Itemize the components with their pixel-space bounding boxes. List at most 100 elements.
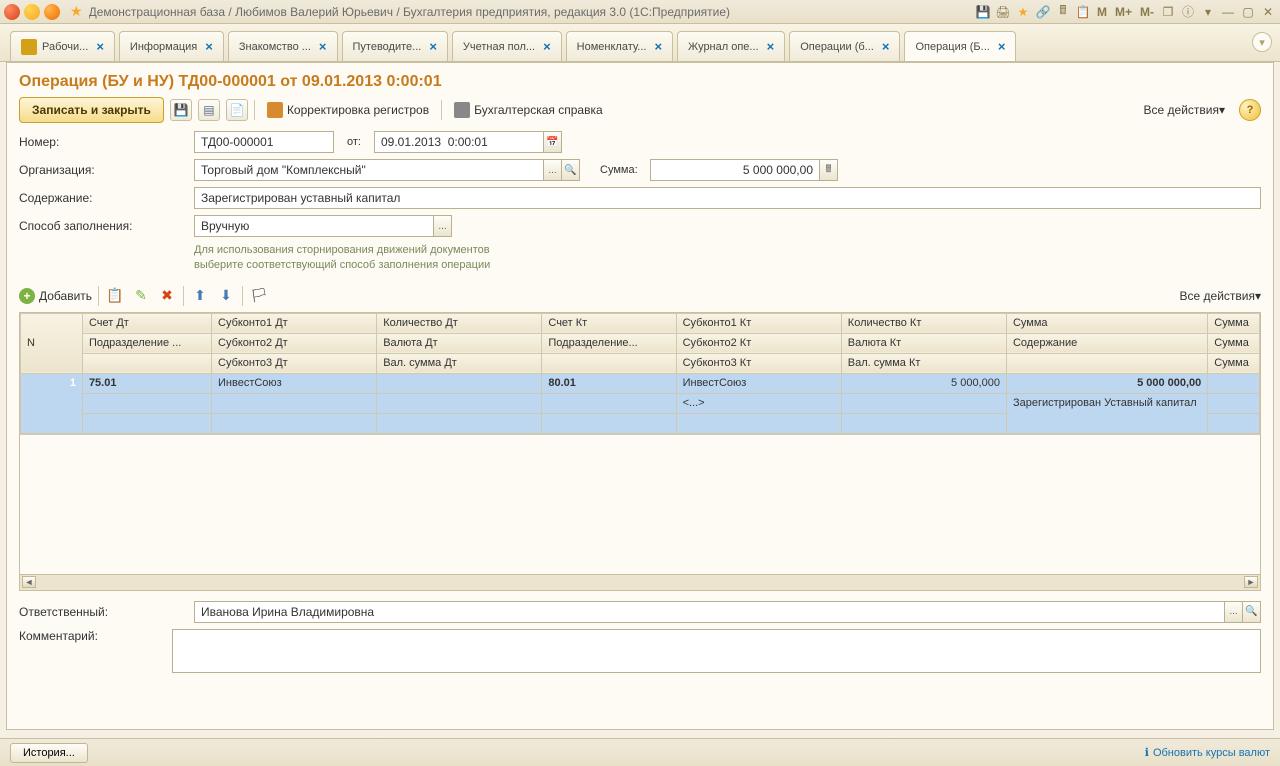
delete-icon[interactable]: ✖ — [157, 286, 177, 306]
cell[interactable] — [542, 413, 676, 433]
cell[interactable] — [82, 413, 211, 433]
tab-menu-icon[interactable]: ▾ — [1252, 32, 1272, 52]
cell-qtydt[interactable] — [377, 373, 542, 393]
search-icon[interactable]: 🔍 — [562, 159, 580, 181]
tab-operations[interactable]: Операции (б...× — [789, 31, 900, 61]
cell-dt[interactable]: 75.01 — [82, 373, 211, 393]
report-button[interactable]: Бухгалтерская справка — [448, 99, 609, 121]
scrollbar[interactable]: ◄ ► — [20, 574, 1260, 590]
cell[interactable] — [542, 393, 676, 413]
close-icon[interactable]: × — [429, 39, 437, 54]
update-rates-link[interactable]: Обновить курсы валют — [1145, 746, 1270, 759]
add-button[interactable]: +Добавить — [19, 288, 92, 304]
link-icon[interactable]: 🔗 — [1035, 4, 1051, 20]
col-cursumkt[interactable]: Вал. сумма Кт — [841, 353, 1006, 373]
calendar-icon[interactable]: 📅 — [544, 131, 562, 153]
col-sumr2[interactable]: Сумма — [1208, 333, 1260, 353]
col-curdt[interactable]: Валюта Дт — [377, 333, 542, 353]
col-sub1kt[interactable]: Субконто1 Кт — [676, 313, 841, 333]
grid-all-actions-button[interactable]: Все действия ▾ — [1180, 289, 1262, 303]
tab-operation[interactable]: Операция (Б...× — [904, 31, 1016, 61]
close-icon[interactable]: × — [767, 39, 775, 54]
col-sumr[interactable]: Сумма — [1208, 313, 1260, 333]
close-icon[interactable]: × — [882, 39, 890, 54]
copy-icon[interactable]: 📋 — [105, 286, 125, 306]
minimize-icon[interactable]: — — [1220, 4, 1236, 20]
search-icon[interactable]: 🔍 — [1243, 601, 1261, 623]
all-actions-button[interactable]: Все действия ▾ — [1144, 103, 1226, 117]
info-icon[interactable]: ⓘ — [1180, 4, 1196, 20]
post-icon[interactable]: ▤ — [198, 99, 220, 121]
scroll-right-icon[interactable]: ► — [1244, 576, 1258, 588]
tab-policy[interactable]: Учетная пол...× — [452, 31, 562, 61]
doc-icon[interactable]: 📄 — [226, 99, 248, 121]
history-button[interactable]: История... — [10, 743, 88, 763]
col-divdt[interactable]: Подразделение ... — [82, 333, 211, 353]
cell[interactable] — [377, 413, 542, 433]
col-kt[interactable]: Счет Кт — [542, 313, 676, 333]
print-icon[interactable]: 🖨 — [995, 4, 1011, 20]
star-icon[interactable]: ★ — [1015, 4, 1031, 20]
cell[interactable] — [676, 413, 841, 433]
table-row[interactable]: <...> Зарегистрирован Уставный капитал — [21, 393, 1260, 413]
favorite-icon[interactable]: ★ — [70, 3, 83, 20]
method-input[interactable] — [194, 215, 434, 237]
org-input[interactable] — [194, 159, 544, 181]
cell[interactable] — [212, 393, 377, 413]
select-icon[interactable]: ... — [1225, 601, 1243, 623]
col-divkt[interactable]: Подразделение... — [542, 333, 676, 353]
cell-sub2kt[interactable]: <...> — [676, 393, 841, 413]
m-minus-button[interactable]: M- — [1138, 5, 1156, 19]
col-sub2kt[interactable]: Субконто2 Кт — [676, 333, 841, 353]
col-qtykt[interactable]: Количество Кт — [841, 313, 1006, 333]
maximize-icon[interactable]: ▢ — [1240, 4, 1256, 20]
number-input[interactable] — [194, 131, 334, 153]
table-row[interactable]: 1 75.01 ИнвестСоюз 80.01 ИнвестСоюз 5 00… — [21, 373, 1260, 393]
close-icon[interactable]: × — [998, 39, 1006, 54]
edit-icon[interactable]: ✎ — [131, 286, 151, 306]
tab-journal[interactable]: Журнал опе...× — [677, 31, 785, 61]
correction-button[interactable]: Корректировка регистров — [261, 99, 435, 121]
windows-icon[interactable]: ❐ — [1160, 4, 1176, 20]
cell[interactable] — [841, 393, 1006, 413]
calc-icon[interactable]: 🖩 — [1055, 4, 1071, 20]
cell-desc[interactable]: Зарегистрирован Уставный капитал — [1006, 393, 1207, 433]
tab-nomen[interactable]: Номенклату...× — [566, 31, 673, 61]
col-dt[interactable]: Счет Дт — [82, 313, 211, 333]
cell[interactable] — [377, 393, 542, 413]
m-plus-button[interactable]: M+ — [1113, 5, 1134, 19]
col-sum[interactable]: Сумма — [1006, 313, 1207, 333]
save-icon[interactable]: 💾 — [170, 99, 192, 121]
cell[interactable] — [212, 413, 377, 433]
col-sub3dt[interactable]: Субконто3 Дт — [212, 353, 377, 373]
cell[interactable] — [1208, 373, 1260, 393]
comment-input[interactable] — [172, 629, 1261, 673]
close-icon[interactable]: × — [205, 39, 213, 54]
col-sumr3[interactable]: Сумма — [1208, 353, 1260, 373]
col-sub3kt[interactable]: Субконто3 Кт — [676, 353, 841, 373]
col-sub1dt[interactable]: Субконто1 Дт — [212, 313, 377, 333]
help-icon[interactable]: ? — [1239, 99, 1261, 121]
col-n[interactable]: N — [21, 313, 83, 373]
date-input[interactable] — [374, 131, 544, 153]
col-desc[interactable]: Содержание — [1006, 333, 1207, 353]
cell-sub1dt[interactable]: ИнвестСоюз — [212, 373, 377, 393]
dropdown-icon[interactable]: ▾ — [1200, 4, 1216, 20]
content-input[interactable] — [194, 187, 1261, 209]
cell[interactable] — [82, 393, 211, 413]
sum-input[interactable] — [650, 159, 820, 181]
select-icon[interactable]: ... — [544, 159, 562, 181]
close-icon[interactable]: × — [319, 39, 327, 54]
save-close-button[interactable]: Записать и закрыть — [19, 97, 164, 123]
col-cursumdt[interactable]: Вал. сумма Дт — [377, 353, 542, 373]
cell[interactable] — [841, 413, 1006, 433]
down-icon[interactable]: ⬇ — [216, 286, 236, 306]
calendar-icon[interactable]: 📋 — [1075, 4, 1091, 20]
m-button[interactable]: M — [1095, 5, 1109, 19]
flag-icon[interactable]: 🏳 — [249, 286, 269, 306]
tab-guide[interactable]: Путеводите...× — [342, 31, 448, 61]
close-icon[interactable]: × — [543, 39, 551, 54]
col-curkt[interactable]: Валюта Кт — [841, 333, 1006, 353]
cell-kt[interactable]: 80.01 — [542, 373, 676, 393]
resp-input[interactable] — [194, 601, 1225, 623]
